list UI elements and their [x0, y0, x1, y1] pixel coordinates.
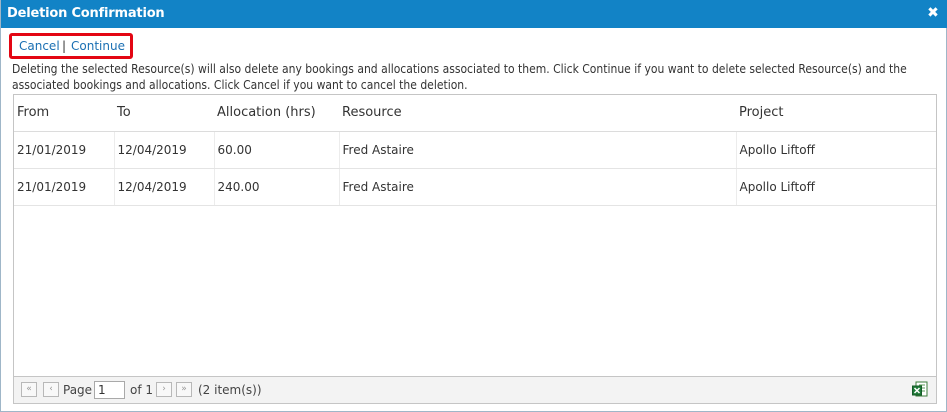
prev-page-button[interactable]: ‹ — [43, 382, 59, 397]
action-links: Cancel | Continue — [9, 33, 133, 59]
column-header-to[interactable]: To — [114, 95, 214, 132]
cell-to: 12/04/2019 — [114, 131, 215, 169]
column-header-from[interactable]: From — [14, 95, 114, 132]
grid-pager: « ‹ Page of 1 › » (2 item(s)) — [14, 376, 936, 403]
deletion-confirmation-dialog: Deletion Confirmation ✖ Cancel | Continu… — [0, 0, 947, 412]
table-row[interactable]: 21/01/2019 12/04/2019 240.00 Fred Astair… — [14, 168, 936, 206]
deletion-message: Deleting the selected Resource(s) will a… — [12, 62, 907, 92]
first-page-button[interactable]: « — [21, 382, 37, 397]
column-header-allocation[interactable]: Allocation (hrs) — [214, 95, 339, 132]
dialog-title: Deletion Confirmation — [7, 6, 165, 21]
cell-resource: Fred Astaire — [339, 168, 737, 206]
last-page-button[interactable]: » — [176, 382, 192, 397]
cell-resource: Fred Astaire — [339, 131, 737, 169]
column-header-project[interactable]: Project — [736, 95, 936, 132]
cancel-link[interactable]: Cancel — [19, 39, 60, 53]
item-count-label: (2 item(s)) — [198, 383, 262, 397]
cell-allocation: 60.00 — [214, 131, 340, 169]
excel-export-icon[interactable] — [912, 381, 928, 398]
link-separator: | — [62, 39, 67, 53]
cell-project: Apollo Liftoff — [736, 168, 936, 206]
close-icon[interactable]: ✖ — [926, 5, 940, 21]
column-header-resource[interactable]: Resource — [339, 95, 736, 132]
cell-from: 21/01/2019 — [14, 131, 115, 169]
dialog-titlebar: Deletion Confirmation ✖ — [1, 0, 947, 28]
next-page-button[interactable]: › — [156, 382, 172, 397]
page-count-label: of 1 — [130, 383, 154, 397]
allocations-table: From To Allocation (hrs) Resource Projec… — [14, 95, 936, 206]
cell-from: 21/01/2019 — [14, 168, 115, 206]
cell-to: 12/04/2019 — [114, 168, 215, 206]
page-label: Page — [63, 383, 93, 397]
table-header-row: From To Allocation (hrs) Resource Projec… — [14, 95, 936, 132]
cell-project: Apollo Liftoff — [736, 131, 936, 169]
page-number-input[interactable] — [94, 381, 125, 399]
continue-link[interactable]: Continue — [71, 39, 125, 53]
table-row[interactable]: 21/01/2019 12/04/2019 60.00 Fred Astaire… — [14, 131, 936, 169]
cell-allocation: 240.00 — [214, 168, 340, 206]
resource-grid: From To Allocation (hrs) Resource Projec… — [13, 94, 937, 404]
